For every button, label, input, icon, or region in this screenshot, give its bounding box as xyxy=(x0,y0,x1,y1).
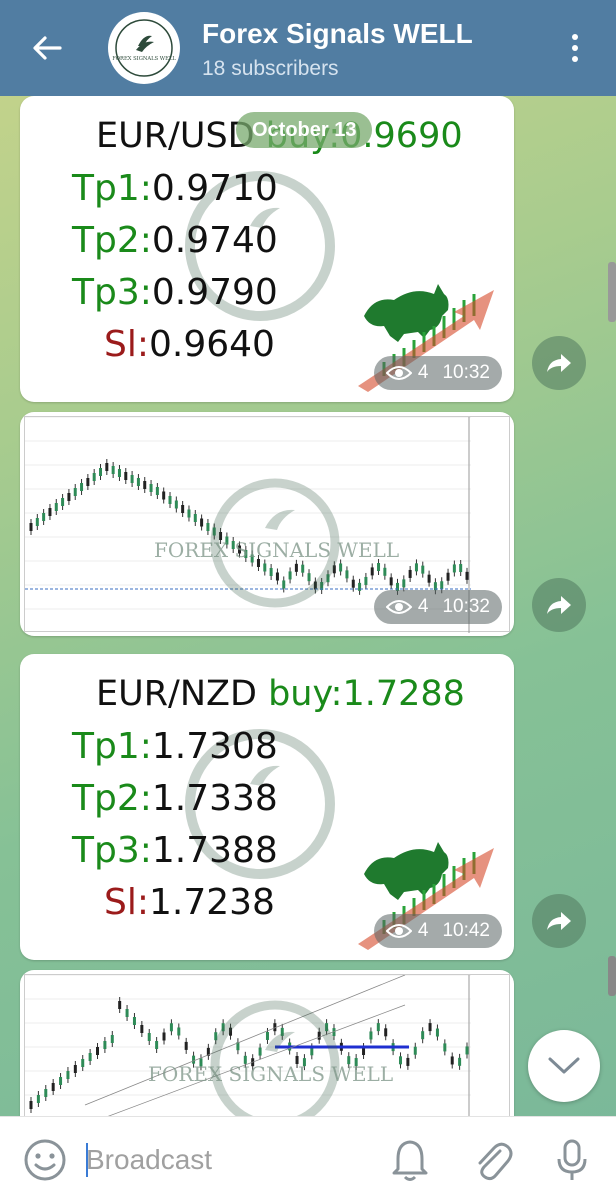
tp1-value: 0.9710 xyxy=(151,168,278,209)
sl-value: 0.9640 xyxy=(148,324,275,365)
composer-bar xyxy=(0,1116,616,1200)
bell-icon[interactable] xyxy=(388,1137,432,1183)
microphone-icon[interactable] xyxy=(552,1137,592,1183)
message-time: 10:32 xyxy=(442,362,490,383)
svg-text:FOREX SIGNALS WELL: FOREX SIGNALS WELL xyxy=(112,56,176,62)
share-button[interactable] xyxy=(532,336,586,390)
eye-icon xyxy=(385,924,412,938)
message-time: 10:42 xyxy=(442,920,490,941)
signal-message-eurnzd[interactable]: EUR/NZD buy:1.7288 Tp1:1.7308 Tp2:1.7338… xyxy=(20,654,514,960)
tp2-value: 0.9740 xyxy=(151,220,278,261)
tp1-label: Tp1: xyxy=(72,168,152,209)
chart-message-eurnzd[interactable]: FOREX SIGNALS WELL xyxy=(20,970,514,1130)
tp3-label: Tp3: xyxy=(72,272,152,313)
scrollbar-thumb[interactable] xyxy=(608,262,616,322)
more-menu-button[interactable] xyxy=(558,28,592,68)
buy-price: buy:1.7288 xyxy=(268,674,465,714)
share-arrow-icon xyxy=(547,912,571,930)
sl-label: Sl: xyxy=(104,882,149,923)
scrollbar-marker[interactable] xyxy=(608,956,616,996)
message-meta: 4 10:32 xyxy=(373,590,502,624)
tp2-value: 1.7338 xyxy=(151,778,278,819)
tp1-label: Tp1: xyxy=(72,726,152,767)
subscriber-count: 18 subscribers xyxy=(202,57,339,80)
channel-title[interactable]: Forex Signals WELL xyxy=(202,18,473,50)
message-meta: 4 10:42 xyxy=(373,914,502,948)
view-count: 4 xyxy=(417,596,429,617)
tp1-value: 1.7308 xyxy=(151,726,278,767)
view-count: 4 xyxy=(417,362,429,383)
candlestick-chart xyxy=(25,974,471,1127)
chevron-down-icon xyxy=(548,1057,580,1074)
pair-label: EUR/NZD xyxy=(96,674,257,714)
eye-icon xyxy=(385,600,412,614)
chart-message-eurusd[interactable]: FOREX SIGNALS WELL 4 10:32 xyxy=(20,412,514,636)
arrow-left-icon xyxy=(33,36,62,60)
message-input[interactable] xyxy=(86,1143,366,1177)
share-arrow-icon xyxy=(547,354,571,372)
chat-header: FOREX SIGNALS WELL Forex Signals WELL 18… xyxy=(0,0,616,96)
tp3-value: 0.9790 xyxy=(151,272,278,313)
price-chart-image xyxy=(24,974,510,1127)
emoji-icon[interactable] xyxy=(22,1137,68,1183)
tp3-value: 1.7388 xyxy=(151,830,278,871)
share-button[interactable] xyxy=(532,894,586,948)
watermark-text: FOREX SIGNALS WELL xyxy=(154,538,400,562)
message-meta: 4 10:32 xyxy=(373,356,502,390)
watermark-text: FOREX SIGNALS WELL xyxy=(148,1062,394,1086)
sl-value: 1.7238 xyxy=(148,882,275,923)
message-time: 10:32 xyxy=(442,596,490,617)
tp3-label: Tp3: xyxy=(72,830,152,871)
share-arrow-icon xyxy=(547,596,571,614)
tp2-label: Tp2: xyxy=(72,220,152,261)
scroll-down-button[interactable] xyxy=(528,1030,600,1102)
view-count: 4 xyxy=(417,920,429,941)
tp2-label: Tp2: xyxy=(72,778,152,819)
share-button[interactable] xyxy=(532,578,586,632)
paperclip-icon[interactable] xyxy=(470,1137,514,1183)
eye-icon xyxy=(385,366,412,380)
more-vertical-icon xyxy=(572,34,578,40)
date-separator: October 13 xyxy=(236,112,373,148)
channel-logo: FOREX SIGNALS WELL xyxy=(110,14,178,82)
sl-label: Sl: xyxy=(104,324,149,365)
pair-label: EUR/USD xyxy=(96,116,255,156)
channel-avatar[interactable]: FOREX SIGNALS WELL xyxy=(108,12,180,84)
back-button[interactable] xyxy=(22,26,72,70)
